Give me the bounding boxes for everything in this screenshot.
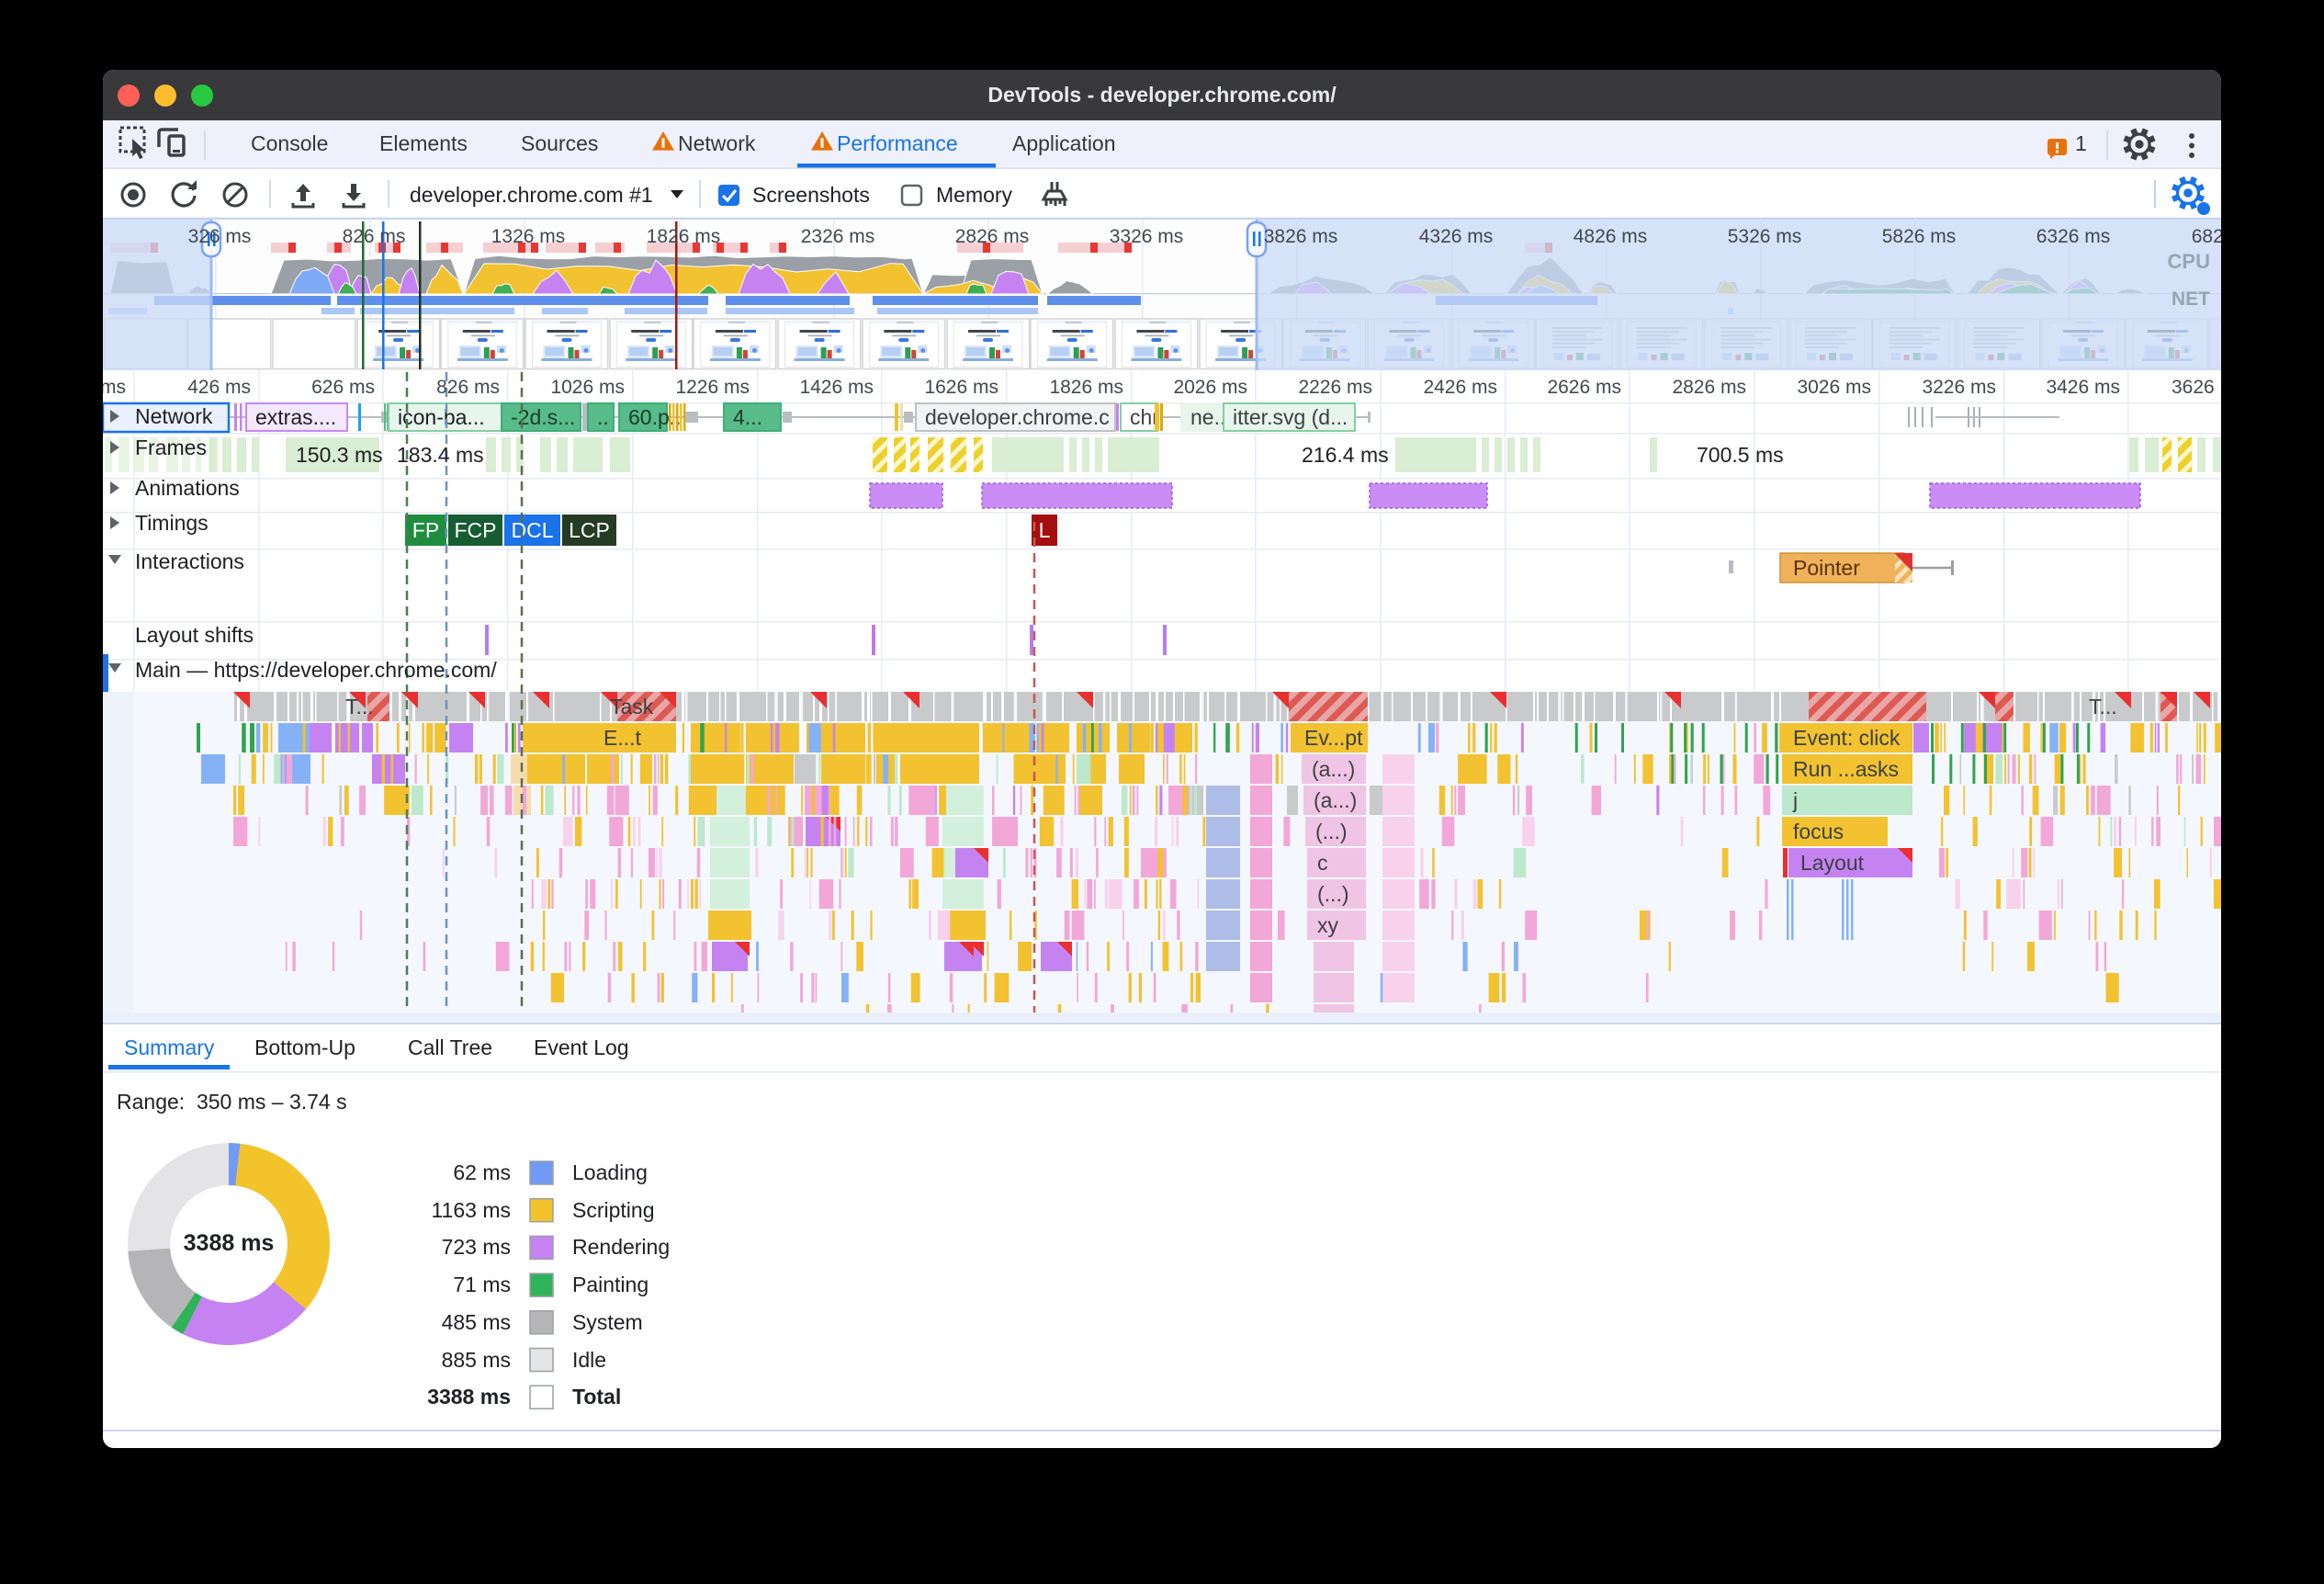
svg-text:T...: T... — [345, 695, 374, 718]
svg-text:(a...): (a...) — [1312, 757, 1355, 781]
svg-text:(...): (...) — [1317, 882, 1349, 906]
svg-text:E...t: E...t — [604, 726, 642, 750]
svg-text:Task: Task — [610, 695, 654, 718]
svg-text:Ev...pt: Ev...pt — [1304, 726, 1363, 750]
svg-text:4...: 4... — [733, 405, 762, 429]
svg-text:developer.chrome.c: developer.chrome.c — [925, 405, 1110, 429]
svg-text:FP: FP — [412, 518, 439, 542]
svg-text:Run ...asks: Run ...asks — [1793, 757, 1899, 781]
svg-text:FCP: FCP — [455, 518, 497, 542]
svg-text:extras....: extras.... — [255, 405, 336, 429]
svg-text:itter.svg (d...: itter.svg (d... — [1233, 405, 1348, 429]
svg-text:T...: T... — [2089, 695, 2117, 718]
svg-text:Layout: Layout — [1800, 851, 1865, 875]
svg-text:Event: click: Event: click — [1793, 726, 1901, 750]
svg-text:-2d.s...: -2d.s... — [511, 405, 575, 429]
svg-text:(...): (...) — [1315, 820, 1348, 843]
svg-text:focus: focus — [1793, 820, 1844, 843]
svg-text:j: j — [1792, 788, 1798, 812]
svg-text:..: .. — [597, 405, 609, 429]
svg-text:icon-ba...: icon-ba... — [398, 405, 485, 429]
svg-text:L: L — [1039, 518, 1051, 542]
svg-text:Pointer: Pointer — [1793, 556, 1860, 580]
svg-text:(a...): (a...) — [1314, 788, 1357, 812]
svg-text:DCL: DCL — [511, 518, 553, 542]
svg-text:c: c — [1317, 851, 1328, 875]
svg-text:xy: xy — [1317, 913, 1339, 937]
svg-text:LCP: LCP — [569, 518, 610, 542]
